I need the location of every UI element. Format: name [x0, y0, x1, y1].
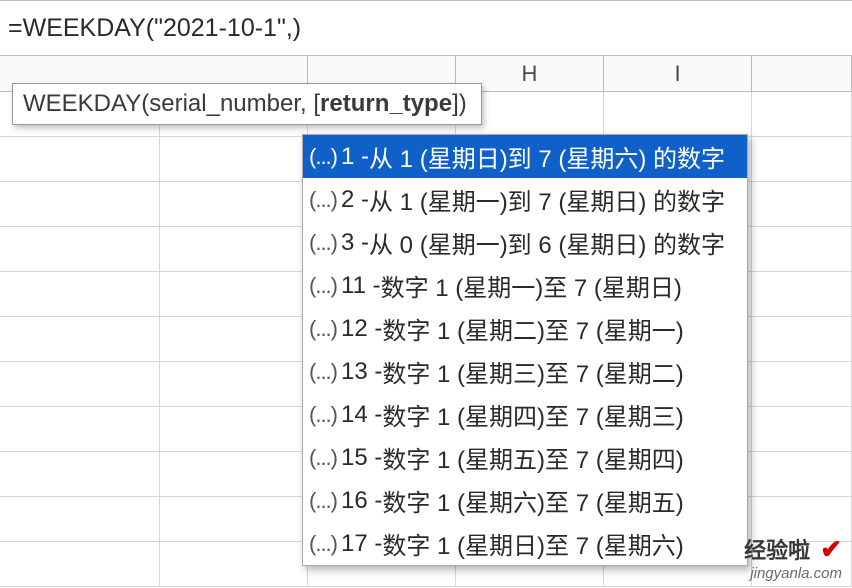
value-icon: (...)	[309, 359, 337, 385]
autocomplete-item-12[interactable]: (...)12 - 数字 1 (星期二)至 7 (星期一)	[303, 307, 747, 350]
autocomplete-code: 1 -	[341, 143, 369, 171]
autocomplete-desc: 数字 1 (星期五)至 7 (星期四)	[382, 440, 683, 475]
autocomplete-desc: 从 1 (星期日)到 7 (星期六) 的数字	[369, 139, 725, 174]
watermark: 经验啦 ✔ jingyanla.com	[744, 533, 842, 582]
value-icon: (...)	[309, 273, 337, 299]
grid-cell[interactable]	[752, 362, 852, 406]
grid-cell[interactable]	[160, 182, 308, 226]
grid-cell[interactable]	[0, 317, 160, 361]
grid-cell[interactable]	[160, 542, 308, 586]
autocomplete-desc: 从 1 (星期一)到 7 (星期日) 的数字	[369, 182, 725, 217]
grid-cell[interactable]	[752, 182, 852, 226]
grid-cell[interactable]	[0, 542, 160, 586]
value-icon: (...)	[309, 316, 337, 342]
autocomplete-desc: 数字 1 (星期四)至 7 (星期三)	[382, 397, 683, 432]
autocomplete-code: 11 -	[341, 272, 381, 300]
grid-cell[interactable]	[160, 407, 308, 451]
grid-cell[interactable]	[0, 227, 160, 271]
grid-cell[interactable]	[160, 137, 308, 181]
grid-cell[interactable]	[160, 272, 308, 316]
formula-bar[interactable]: =WEEKDAY("2021-10-1",)	[0, 0, 852, 56]
grid-cell[interactable]	[160, 362, 308, 406]
check-icon: ✔	[820, 534, 842, 564]
watermark-url: jingyanla.com	[744, 565, 842, 582]
autocomplete-item-11[interactable]: (...)11 - 数字 1 (星期一)至 7 (星期日)	[303, 264, 747, 307]
grid-cell[interactable]	[752, 92, 852, 136]
autocomplete-item-15[interactable]: (...)15 - 数字 1 (星期五)至 7 (星期四)	[303, 436, 747, 479]
grid-cell[interactable]	[0, 497, 160, 541]
grid-cell[interactable]	[160, 497, 308, 541]
value-icon: (...)	[309, 488, 337, 514]
value-icon: (...)	[309, 187, 337, 213]
grid-cell[interactable]	[752, 452, 852, 496]
autocomplete-code: 14 -	[341, 401, 382, 429]
autocomplete-desc: 从 0 (星期一)到 6 (星期日) 的数字	[369, 225, 725, 260]
autocomplete-item-2[interactable]: (...)2 - 从 1 (星期一)到 7 (星期日) 的数字	[303, 178, 747, 221]
grid-cell[interactable]	[604, 92, 752, 136]
grid-cell[interactable]	[752, 137, 852, 181]
grid-cell[interactable]	[0, 452, 160, 496]
grid-cell[interactable]	[752, 227, 852, 271]
autocomplete-desc: 数字 1 (星期日)至 7 (星期六)	[382, 526, 683, 561]
grid-cell[interactable]	[752, 407, 852, 451]
value-icon: (...)	[309, 230, 337, 256]
grid-cell[interactable]	[752, 272, 852, 316]
value-icon: (...)	[309, 445, 337, 471]
value-icon: (...)	[309, 402, 337, 428]
autocomplete-item-13[interactable]: (...)13 - 数字 1 (星期三)至 7 (星期二)	[303, 350, 747, 393]
autocomplete-code: 17 -	[341, 530, 382, 558]
autocomplete-item-16[interactable]: (...)16 - 数字 1 (星期六)至 7 (星期五)	[303, 479, 747, 522]
value-icon: (...)	[309, 531, 337, 557]
function-tooltip[interactable]: WEEKDAY(serial_number, [return_type])	[12, 83, 482, 125]
grid-cell[interactable]	[160, 317, 308, 361]
tooltip-arg1: serial_number	[149, 90, 300, 117]
spreadsheet-grid[interactable]: H I WEEKDAY(serial_number, [return_type]…	[0, 56, 852, 588]
autocomplete-item-17[interactable]: (...)17 - 数字 1 (星期日)至 7 (星期六)	[303, 522, 747, 565]
autocomplete-code: 16 -	[341, 487, 382, 515]
autocomplete-desc: 数字 1 (星期一)至 7 (星期日)	[381, 268, 682, 303]
autocomplete-item-1[interactable]: (...)1 - 从 1 (星期日)到 7 (星期六) 的数字	[303, 135, 747, 178]
autocomplete-desc: 数字 1 (星期三)至 7 (星期二)	[382, 354, 683, 389]
autocomplete-code: 15 -	[341, 444, 382, 472]
autocomplete-item-3[interactable]: (...)3 - 从 0 (星期一)到 6 (星期日) 的数字	[303, 221, 747, 264]
watermark-text: 经验啦	[744, 538, 810, 563]
autocomplete-code: 13 -	[341, 358, 382, 386]
autocomplete-code: 12 -	[341, 315, 382, 343]
grid-cell[interactable]	[0, 137, 160, 181]
tooltip-arg-bracket: [	[313, 90, 320, 117]
autocomplete-desc: 数字 1 (星期二)至 7 (星期一)	[382, 311, 683, 346]
autocomplete-code: 3 -	[341, 229, 369, 257]
grid-cell[interactable]	[0, 272, 160, 316]
autocomplete-item-14[interactable]: (...)14 - 数字 1 (星期四)至 7 (星期三)	[303, 393, 747, 436]
autocomplete-desc: 数字 1 (星期六)至 7 (星期五)	[382, 483, 683, 518]
tooltip-func-name: WEEKDAY	[23, 90, 141, 117]
column-header-blank	[752, 56, 852, 91]
grid-cell[interactable]	[160, 227, 308, 271]
grid-cell[interactable]	[0, 362, 160, 406]
grid-cell[interactable]	[752, 317, 852, 361]
autocomplete-code: 2 -	[341, 186, 369, 214]
grid-cell[interactable]	[0, 182, 160, 226]
column-header-i[interactable]: I	[604, 56, 752, 91]
formula-text: =WEEKDAY("2021-10-1",)	[8, 14, 301, 43]
autocomplete-dropdown[interactable]: (...)1 - 从 1 (星期日)到 7 (星期六) 的数字(...)2 - …	[302, 134, 748, 566]
grid-cell[interactable]	[0, 407, 160, 451]
tooltip-current-arg: return_type	[320, 90, 452, 117]
tooltip-arg-bracket: ]	[452, 90, 459, 117]
grid-cell[interactable]	[160, 452, 308, 496]
value-icon: (...)	[309, 144, 337, 170]
